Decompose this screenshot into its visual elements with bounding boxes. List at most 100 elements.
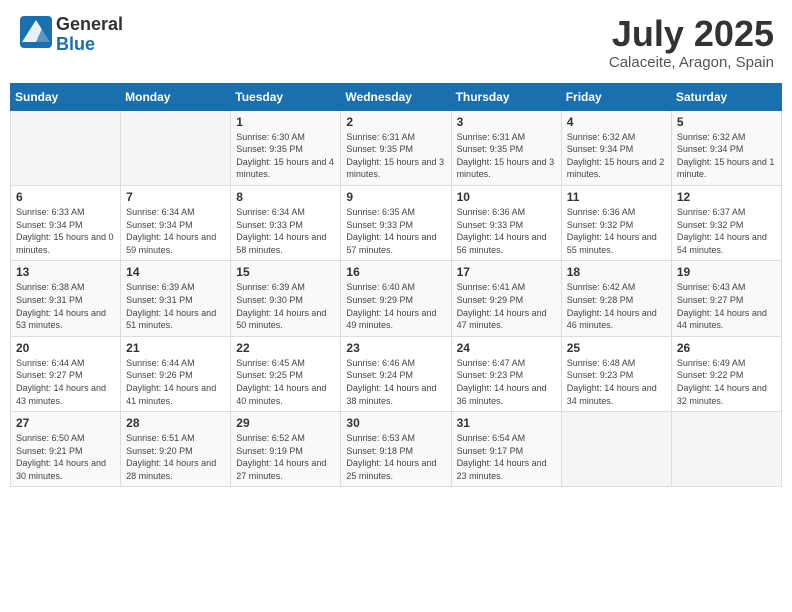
calendar-cell: 13 Sunrise: 6:38 AMSunset: 9:31 PMDayligh… — [11, 261, 121, 336]
day-info: Sunrise: 6:51 AMSunset: 9:20 PMDaylight:… — [126, 432, 225, 482]
day-info: Sunrise: 6:39 AMSunset: 9:31 PMDaylight:… — [126, 281, 225, 331]
day-number: 11 — [567, 190, 666, 204]
day-number: 22 — [236, 341, 335, 355]
month-title: July 2025 — [609, 14, 774, 54]
calendar-week-row: 1 Sunrise: 6:30 AMSunset: 9:35 PMDaylight… — [11, 110, 782, 185]
calendar-cell — [561, 412, 671, 487]
day-info: Sunrise: 6:38 AMSunset: 9:31 PMDaylight:… — [16, 281, 115, 331]
day-info: Sunrise: 6:30 AMSunset: 9:35 PMDaylight:… — [236, 131, 335, 181]
day-info: Sunrise: 6:53 AMSunset: 9:18 PMDaylight:… — [346, 432, 445, 482]
calendar-cell: 22 Sunrise: 6:45 AMSunset: 9:25 PMDayligh… — [231, 336, 341, 411]
page-header: General Blue July 2025 Calaceite, Aragon… — [10, 10, 782, 75]
day-info: Sunrise: 6:31 AMSunset: 9:35 PMDaylight:… — [346, 131, 445, 181]
day-info: Sunrise: 6:34 AMSunset: 9:33 PMDaylight:… — [236, 206, 335, 256]
calendar-cell: 26 Sunrise: 6:49 AMSunset: 9:22 PMDayligh… — [671, 336, 781, 411]
calendar-week-row: 20Sunrise: 6:44 AMSunset: 9:27 PMDayligh… — [11, 336, 782, 411]
day-number: 9 — [346, 190, 445, 204]
weekday-header-monday: Monday — [121, 83, 231, 110]
calendar-cell: 5 Sunrise: 6:32 AMSunset: 9:34 PMDaylight… — [671, 110, 781, 185]
calendar-cell — [121, 110, 231, 185]
day-number: 4 — [567, 115, 666, 129]
calendar-cell: 12Sunrise: 6:37 AMSunset: 9:32 PMDayligh… — [671, 185, 781, 260]
day-info: Sunrise: 6:54 AMSunset: 9:17 PMDaylight:… — [457, 432, 556, 482]
calendar-cell: 21 Sunrise: 6:44 AMSunset: 9:26 PMDayligh… — [121, 336, 231, 411]
day-number: 1 — [236, 115, 335, 129]
calendar-cell: 3Sunrise: 6:31 AMSunset: 9:35 PMDaylight… — [451, 110, 561, 185]
day-number: 14 — [126, 265, 225, 279]
day-info: Sunrise: 6:36 AMSunset: 9:32 PMDaylight:… — [567, 206, 666, 256]
day-info: Sunrise: 6:49 AMSunset: 9:22 PMDaylight:… — [677, 357, 776, 407]
day-number: 26 — [677, 341, 776, 355]
calendar-cell: 25 Sunrise: 6:48 AMSunset: 9:23 PMDayligh… — [561, 336, 671, 411]
calendar-cell: 14 Sunrise: 6:39 AMSunset: 9:31 PMDayligh… — [121, 261, 231, 336]
day-info: Sunrise: 6:33 AMSunset: 9:34 PMDaylight:… — [16, 206, 115, 256]
day-info: Sunrise: 6:32 AMSunset: 9:34 PMDaylight:… — [567, 131, 666, 181]
day-info: Sunrise: 6:43 AMSunset: 9:27 PMDaylight:… — [677, 281, 776, 331]
calendar-cell: 31 Sunrise: 6:54 AMSunset: 9:17 PMDayligh… — [451, 412, 561, 487]
calendar-week-row: 27Sunrise: 6:50 AMSunset: 9:21 PMDayligh… — [11, 412, 782, 487]
day-number: 15 — [236, 265, 335, 279]
day-number: 2 — [346, 115, 445, 129]
logo-blue-text: Blue — [56, 35, 123, 55]
day-info: Sunrise: 6:32 AMSunset: 9:34 PMDaylight:… — [677, 131, 776, 181]
calendar-cell: 27Sunrise: 6:50 AMSunset: 9:21 PMDayligh… — [11, 412, 121, 487]
calendar-cell: 23 Sunrise: 6:46 AMSunset: 9:24 PMDayligh… — [341, 336, 451, 411]
day-number: 23 — [346, 341, 445, 355]
day-info: Sunrise: 6:46 AMSunset: 9:24 PMDaylight:… — [346, 357, 445, 407]
day-number: 8 — [236, 190, 335, 204]
calendar-cell: 24 Sunrise: 6:47 AMSunset: 9:23 PMDayligh… — [451, 336, 561, 411]
calendar-cell: 6 Sunrise: 6:33 AMSunset: 9:34 PMDaylight… — [11, 185, 121, 260]
calendar-cell: 29Sunrise: 6:52 AMSunset: 9:19 PMDayligh… — [231, 412, 341, 487]
logo-graphic — [18, 14, 54, 55]
day-info: Sunrise: 6:48 AMSunset: 9:23 PMDaylight:… — [567, 357, 666, 407]
calendar-cell: 18Sunrise: 6:42 AMSunset: 9:28 PMDayligh… — [561, 261, 671, 336]
day-number: 10 — [457, 190, 556, 204]
weekday-header-wednesday: Wednesday — [341, 83, 451, 110]
day-info: Sunrise: 6:41 AMSunset: 9:29 PMDaylight:… — [457, 281, 556, 331]
day-number: 16 — [346, 265, 445, 279]
calendar-cell — [671, 412, 781, 487]
weekday-header-tuesday: Tuesday — [231, 83, 341, 110]
day-info: Sunrise: 6:37 AMSunset: 9:32 PMDaylight:… — [677, 206, 776, 256]
day-number: 30 — [346, 416, 445, 430]
day-info: Sunrise: 6:39 AMSunset: 9:30 PMDaylight:… — [236, 281, 335, 331]
day-number: 24 — [457, 341, 556, 355]
day-number: 29 — [236, 416, 335, 430]
day-number: 5 — [677, 115, 776, 129]
day-number: 6 — [16, 190, 115, 204]
calendar-cell: 2 Sunrise: 6:31 AMSunset: 9:35 PMDaylight… — [341, 110, 451, 185]
weekday-header-friday: Friday — [561, 83, 671, 110]
day-number: 13 — [16, 265, 115, 279]
calendar-cell: 9 Sunrise: 6:35 AMSunset: 9:33 PMDaylight… — [341, 185, 451, 260]
day-number: 27 — [16, 416, 115, 430]
calendar-cell: 8 Sunrise: 6:34 AMSunset: 9:33 PMDaylight… — [231, 185, 341, 260]
day-info: Sunrise: 6:45 AMSunset: 9:25 PMDaylight:… — [236, 357, 335, 407]
calendar-cell: 17 Sunrise: 6:41 AMSunset: 9:29 PMDayligh… — [451, 261, 561, 336]
day-info: Sunrise: 6:44 AMSunset: 9:26 PMDaylight:… — [126, 357, 225, 407]
day-info: Sunrise: 6:35 AMSunset: 9:33 PMDaylight:… — [346, 206, 445, 256]
calendar-cell: 10Sunrise: 6:36 AMSunset: 9:33 PMDayligh… — [451, 185, 561, 260]
weekday-header-saturday: Saturday — [671, 83, 781, 110]
calendar-cell: 11 Sunrise: 6:36 AMSunset: 9:32 PMDayligh… — [561, 185, 671, 260]
day-number: 7 — [126, 190, 225, 204]
day-number: 3 — [457, 115, 556, 129]
calendar-table: SundayMondayTuesdayWednesdayThursdayFrid… — [10, 83, 782, 488]
calendar-week-row: 13 Sunrise: 6:38 AMSunset: 9:31 PMDayligh… — [11, 261, 782, 336]
logo-general-text: General — [56, 15, 123, 35]
calendar-cell: 16 Sunrise: 6:40 AMSunset: 9:29 PMDayligh… — [341, 261, 451, 336]
day-number: 31 — [457, 416, 556, 430]
day-info: Sunrise: 6:47 AMSunset: 9:23 PMDaylight:… — [457, 357, 556, 407]
day-number: 17 — [457, 265, 556, 279]
day-number: 21 — [126, 341, 225, 355]
logo: General Blue — [18, 14, 123, 55]
weekday-header-row: SundayMondayTuesdayWednesdayThursdayFrid… — [11, 83, 782, 110]
calendar-cell: 1 Sunrise: 6:30 AMSunset: 9:35 PMDaylight… — [231, 110, 341, 185]
weekday-header-sunday: Sunday — [11, 83, 121, 110]
day-number: 25 — [567, 341, 666, 355]
calendar-cell — [11, 110, 121, 185]
weekday-header-thursday: Thursday — [451, 83, 561, 110]
title-block: July 2025 Calaceite, Aragon, Spain — [609, 14, 774, 71]
day-info: Sunrise: 6:40 AMSunset: 9:29 PMDaylight:… — [346, 281, 445, 331]
day-info: Sunrise: 6:34 AMSunset: 9:34 PMDaylight:… — [126, 206, 225, 256]
day-info: Sunrise: 6:42 AMSunset: 9:28 PMDaylight:… — [567, 281, 666, 331]
